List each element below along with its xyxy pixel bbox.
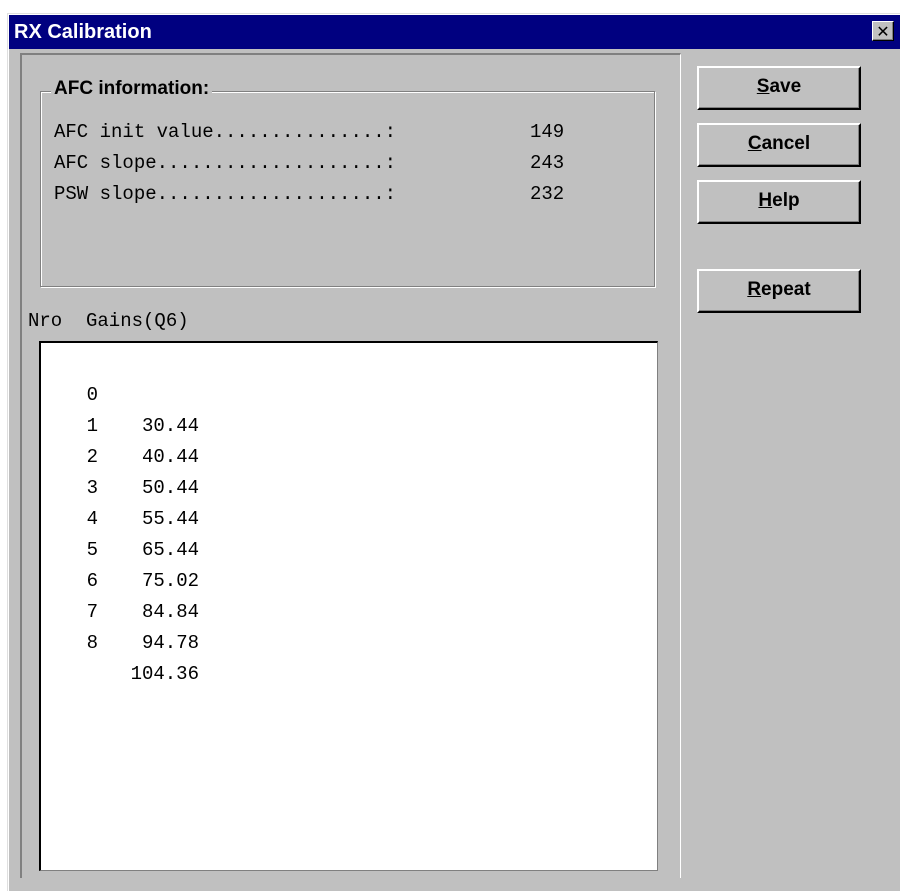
save-button[interactable]: Save (697, 66, 861, 110)
help-mnemonic: H (758, 190, 773, 211)
list-item[interactable]: 2 50.44 (41, 411, 199, 499)
afc-init-value: 149 (530, 121, 565, 143)
afc-group-label: AFC information: (51, 77, 213, 101)
repeat-label-rest: epeat (761, 279, 811, 300)
afc-slope-value: 243 (530, 152, 565, 174)
repeat-button[interactable]: Repeat (697, 269, 861, 313)
afc-slope-label: AFC slope....................: (54, 152, 397, 174)
help-label-rest: elp (772, 190, 800, 211)
list-item[interactable]: 8 104.36 (41, 597, 199, 685)
repeat-mnemonic: R (747, 279, 762, 300)
list-item[interactable]: 3 55.44 (41, 442, 199, 530)
list-item-gain: 40.44 (141, 446, 199, 468)
psw-slope-label: PSW slope....................: (54, 183, 397, 205)
cancel-button[interactable]: Cancel (697, 123, 861, 167)
cancel-label-rest: ancel (761, 133, 811, 154)
save-mnemonic: S (756, 76, 770, 97)
list-item[interactable]: 4 65.44 (41, 473, 199, 561)
list-item-gain: 50.44 (141, 477, 199, 499)
list-item[interactable]: 1 40.44 (41, 380, 199, 468)
list-item-nro: 8 (86, 632, 98, 654)
afc-init-label: AFC init value...............: (54, 121, 397, 143)
list-item[interactable]: 5 75.02 (41, 504, 199, 592)
close-icon[interactable]: ✕ (872, 21, 894, 41)
list-item-gain: 30.44 (141, 415, 199, 437)
list-item[interactable]: 7 94.78 (41, 566, 199, 654)
list-item-gain: 55.44 (141, 508, 199, 530)
list-item[interactable]: 0 30.44 (41, 349, 199, 437)
list-item-gain: 94.78 (141, 632, 199, 654)
list-item-gain: 75.02 (141, 570, 199, 592)
cancel-mnemonic: C (747, 133, 762, 154)
gains-listbox[interactable]: 0 30.44 1 40.44 2 50.44 3 55.44 4 65.44 … (39, 341, 658, 871)
list-item[interactable]: 6 84.84 (41, 535, 199, 623)
window-title: RX Calibration (14, 21, 152, 43)
title-bar[interactable]: RX Calibration ✕ (9, 15, 900, 49)
psw-slope-value: 232 (530, 183, 565, 205)
save-label-rest: ave (769, 76, 802, 97)
column-header-gains: Gains(Q6) (86, 310, 189, 332)
list-item-gain: 84.84 (141, 601, 199, 623)
column-header-nro: Nro (28, 310, 63, 332)
list-item-gain: 104.36 (130, 663, 199, 685)
help-button[interactable]: Help (697, 180, 861, 224)
list-item-gain: 65.44 (141, 539, 199, 561)
